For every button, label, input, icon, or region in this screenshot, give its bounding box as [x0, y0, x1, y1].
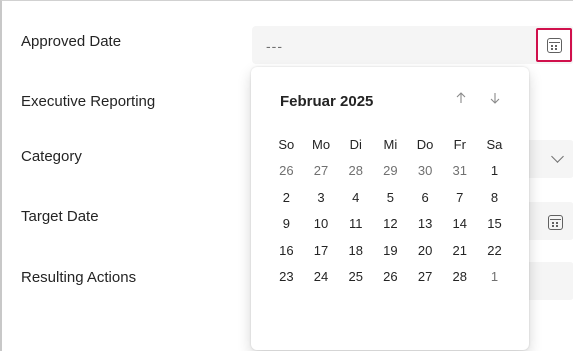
- previous-month-button[interactable]: [452, 89, 470, 107]
- calendar-week-row: 2345678: [269, 184, 512, 211]
- calendar-day-outside-month[interactable]: 27: [304, 163, 339, 178]
- weekday-header: Di: [349, 136, 362, 152]
- date-picker-popup: Februar 2025 So Mo Di Mi Do Fr Sa 26 27 28…: [251, 67, 529, 350]
- calendar-day[interactable]: 3: [304, 190, 339, 205]
- calendar-icon: [547, 214, 563, 230]
- calendar-day-outside-month[interactable]: 31: [442, 163, 477, 178]
- executive-reporting-label: Executive Reporting: [21, 93, 156, 110]
- approved-date-field[interactable]: ---: [252, 26, 573, 64]
- calendar-day[interactable]: 20: [408, 243, 443, 258]
- calendar-day[interactable]: 11: [338, 216, 373, 231]
- weekday-header: Fr: [453, 136, 466, 152]
- weekday-header: So: [278, 136, 295, 152]
- calendar-day[interactable]: 1: [477, 163, 512, 178]
- month-year-label[interactable]: Februar 2025: [280, 93, 373, 110]
- arrow-down-icon: [490, 93, 500, 104]
- calendar-day[interactable]: 23: [269, 269, 304, 284]
- calendar-day-outside-month[interactable]: 26: [269, 163, 304, 178]
- calendar-week-row: 26 27 28 29 30 31 1: [269, 158, 512, 185]
- calendar-day[interactable]: 2: [269, 190, 304, 205]
- calendar-day[interactable]: 6: [408, 190, 443, 205]
- calendar-day-outside-month[interactable]: 1: [477, 269, 512, 284]
- weekday-header: Mo: [312, 136, 331, 152]
- calendar-day[interactable]: 16: [269, 243, 304, 258]
- approved-date-calendar-button[interactable]: [536, 28, 572, 62]
- calendar-week-row: 9 10 11 12 13 14 15: [269, 211, 512, 238]
- calendar-day[interactable]: 26: [373, 269, 408, 284]
- calendar-day[interactable]: 8: [477, 190, 512, 205]
- chevron-down-icon: [550, 150, 564, 163]
- calendar-day[interactable]: 7: [442, 190, 477, 205]
- calendar-weeks: 26 27 28 29 30 31 1 2 3 4 5 6 7 8 9 10 11 12 13 14 15 16 17 18 1…: [269, 158, 512, 291]
- calendar-week-row: 16 17 18 19 20 21 22: [269, 237, 512, 264]
- calendar-day[interactable]: 28: [442, 269, 477, 284]
- calendar-day[interactable]: 24: [304, 269, 339, 284]
- category-label: Category: [21, 148, 82, 165]
- calendar-day[interactable]: 15: [477, 216, 512, 231]
- category-dropdown-toggle[interactable]: [544, 148, 570, 170]
- weekday-header-row: So Mo Di Mi Do Fr Sa: [269, 131, 512, 158]
- calendar-day[interactable]: 13: [408, 216, 443, 231]
- calendar-day[interactable]: 10: [304, 216, 339, 231]
- calendar-week-row: 23 24 25 26 27 28 1: [269, 264, 512, 291]
- target-date-calendar-button[interactable]: [542, 210, 568, 234]
- calendar-grid: So Mo Di Mi Do Fr Sa 26 27 28 29 30 31 1 2 3 4 5 6 7…: [269, 131, 512, 290]
- calendar-day[interactable]: 14: [442, 216, 477, 231]
- calendar-icon: [546, 37, 562, 53]
- calendar-day[interactable]: 5: [373, 190, 408, 205]
- arrow-up-icon: [456, 92, 466, 103]
- next-month-button[interactable]: [486, 89, 504, 107]
- calendar-day-outside-month[interactable]: 29: [373, 163, 408, 178]
- calendar-day[interactable]: 9: [269, 216, 304, 231]
- calendar-day[interactable]: 18: [338, 243, 373, 258]
- calendar-day[interactable]: 21: [442, 243, 477, 258]
- approved-date-value: ---: [266, 38, 283, 54]
- weekday-header: Sa: [486, 136, 503, 152]
- calendar-day[interactable]: 22: [477, 243, 512, 258]
- calendar-day-outside-month[interactable]: 28: [338, 163, 373, 178]
- calendar-day[interactable]: 27: [408, 269, 443, 284]
- calendar-day[interactable]: 17: [304, 243, 339, 258]
- resulting-actions-label: Resulting Actions: [21, 269, 137, 286]
- calendar-day-outside-month[interactable]: 30: [408, 163, 443, 178]
- calendar-day[interactable]: 25: [338, 269, 373, 284]
- calendar-day[interactable]: 12: [373, 216, 408, 231]
- calendar-day[interactable]: 19: [373, 243, 408, 258]
- weekday-header: Mi: [383, 136, 398, 152]
- calendar-day[interactable]: 4: [338, 190, 373, 205]
- target-date-label: Target Date: [21, 208, 99, 225]
- approved-date-label: Approved Date: [21, 33, 122, 50]
- weekday-header: Do: [416, 136, 434, 152]
